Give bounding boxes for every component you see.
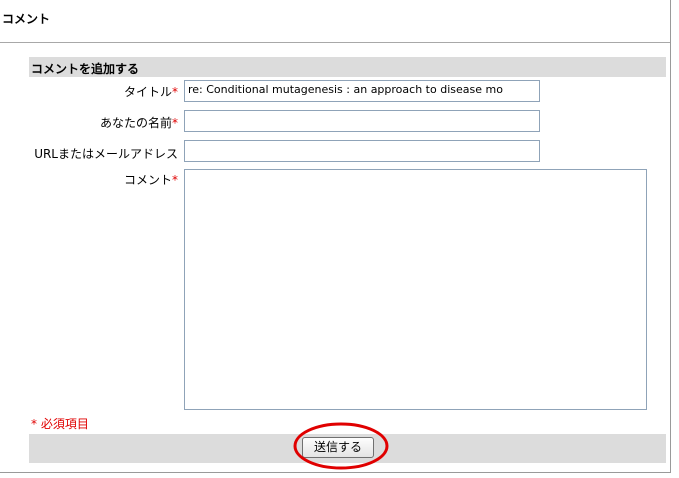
comment-textarea[interactable]	[184, 169, 647, 410]
required-note: * 必須項目	[31, 417, 89, 431]
form-header-title: コメントを追加する	[31, 62, 140, 76]
name-input[interactable]	[184, 110, 540, 132]
url-field-label: URLまたはメールアドレス	[34, 145, 178, 162]
submit-button[interactable]: 送信する	[302, 437, 374, 458]
form-header: コメントを追加する	[29, 57, 666, 77]
url-label-text: URLまたはメールアドレス	[34, 147, 178, 161]
name-label-text: あなたの名前	[99, 116, 172, 130]
url-input[interactable]	[184, 140, 540, 162]
required-mark: *	[172, 173, 178, 187]
title-divider	[0, 42, 670, 43]
title-field-label: タイトル*	[124, 83, 178, 100]
page-title: コメント	[2, 12, 51, 26]
name-field-label: あなたの名前*	[100, 114, 178, 131]
comment-field-label: コメント*	[124, 171, 178, 188]
comment-label-text: コメント	[123, 173, 172, 187]
title-input[interactable]: re: Conditional mutagenesis : an approac…	[184, 80, 540, 102]
title-label-text: タイトル	[123, 85, 172, 99]
required-mark: *	[172, 85, 178, 99]
required-mark: *	[172, 116, 178, 130]
